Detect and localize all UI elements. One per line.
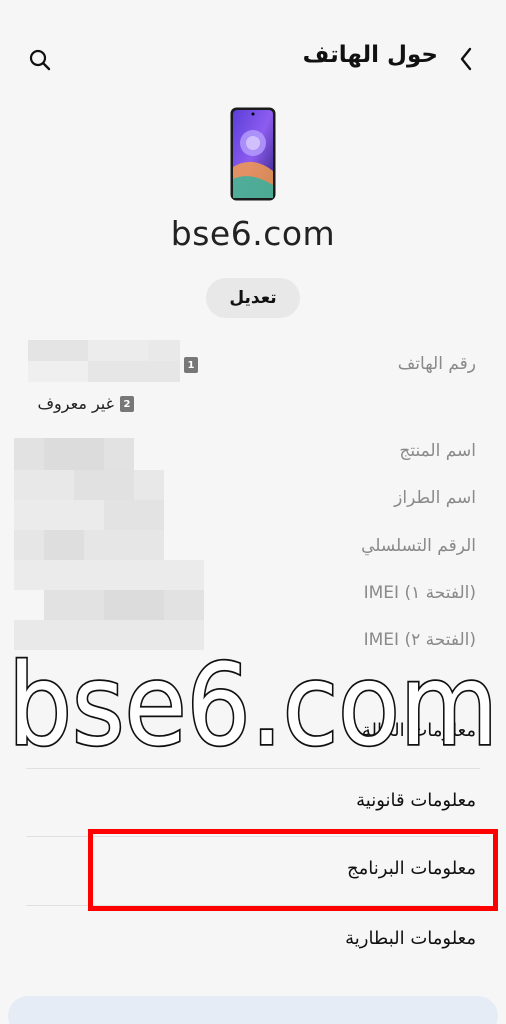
phone-number-blur (28, 340, 180, 382)
sim1-badge: 1 (184, 357, 198, 373)
phone-image (230, 107, 276, 201)
model-name-label: اسم الطراز (394, 488, 476, 508)
chevron-left-icon (460, 47, 472, 71)
sim2-value: غير معروف (37, 394, 114, 413)
sim2-badge: 2 (120, 396, 134, 412)
imei1-label: IMEI (الفتحة ١) (363, 583, 476, 603)
imei2-label: IMEI (الفتحة ٢) (363, 630, 476, 650)
product-name-label: اسم المنتج (399, 441, 476, 461)
search-icon (29, 49, 51, 71)
page-title: حول الهاتف (302, 42, 438, 68)
back-button[interactable] (454, 44, 478, 74)
phone-number-label: رقم الهاتف (397, 354, 476, 374)
watermark-logo: bse6.com (6, 648, 500, 758)
svg-text:bse6.com: bse6.com (8, 648, 498, 758)
bottom-search-bar[interactable] (8, 996, 498, 1024)
device-name: bse6.com (170, 214, 336, 253)
app-header: حول الهاتف (0, 0, 506, 110)
battery-info-item[interactable]: معلومات البطارية (345, 928, 476, 949)
search-button[interactable] (26, 46, 54, 74)
device-details-blur (14, 438, 204, 650)
divider (26, 768, 480, 769)
legal-info-item[interactable]: معلومات قانونية (356, 790, 476, 811)
edit-button[interactable]: تعديل (206, 278, 300, 318)
highlight-box (88, 829, 498, 911)
serial-number-label: الرقم التسلسلي (361, 536, 476, 556)
